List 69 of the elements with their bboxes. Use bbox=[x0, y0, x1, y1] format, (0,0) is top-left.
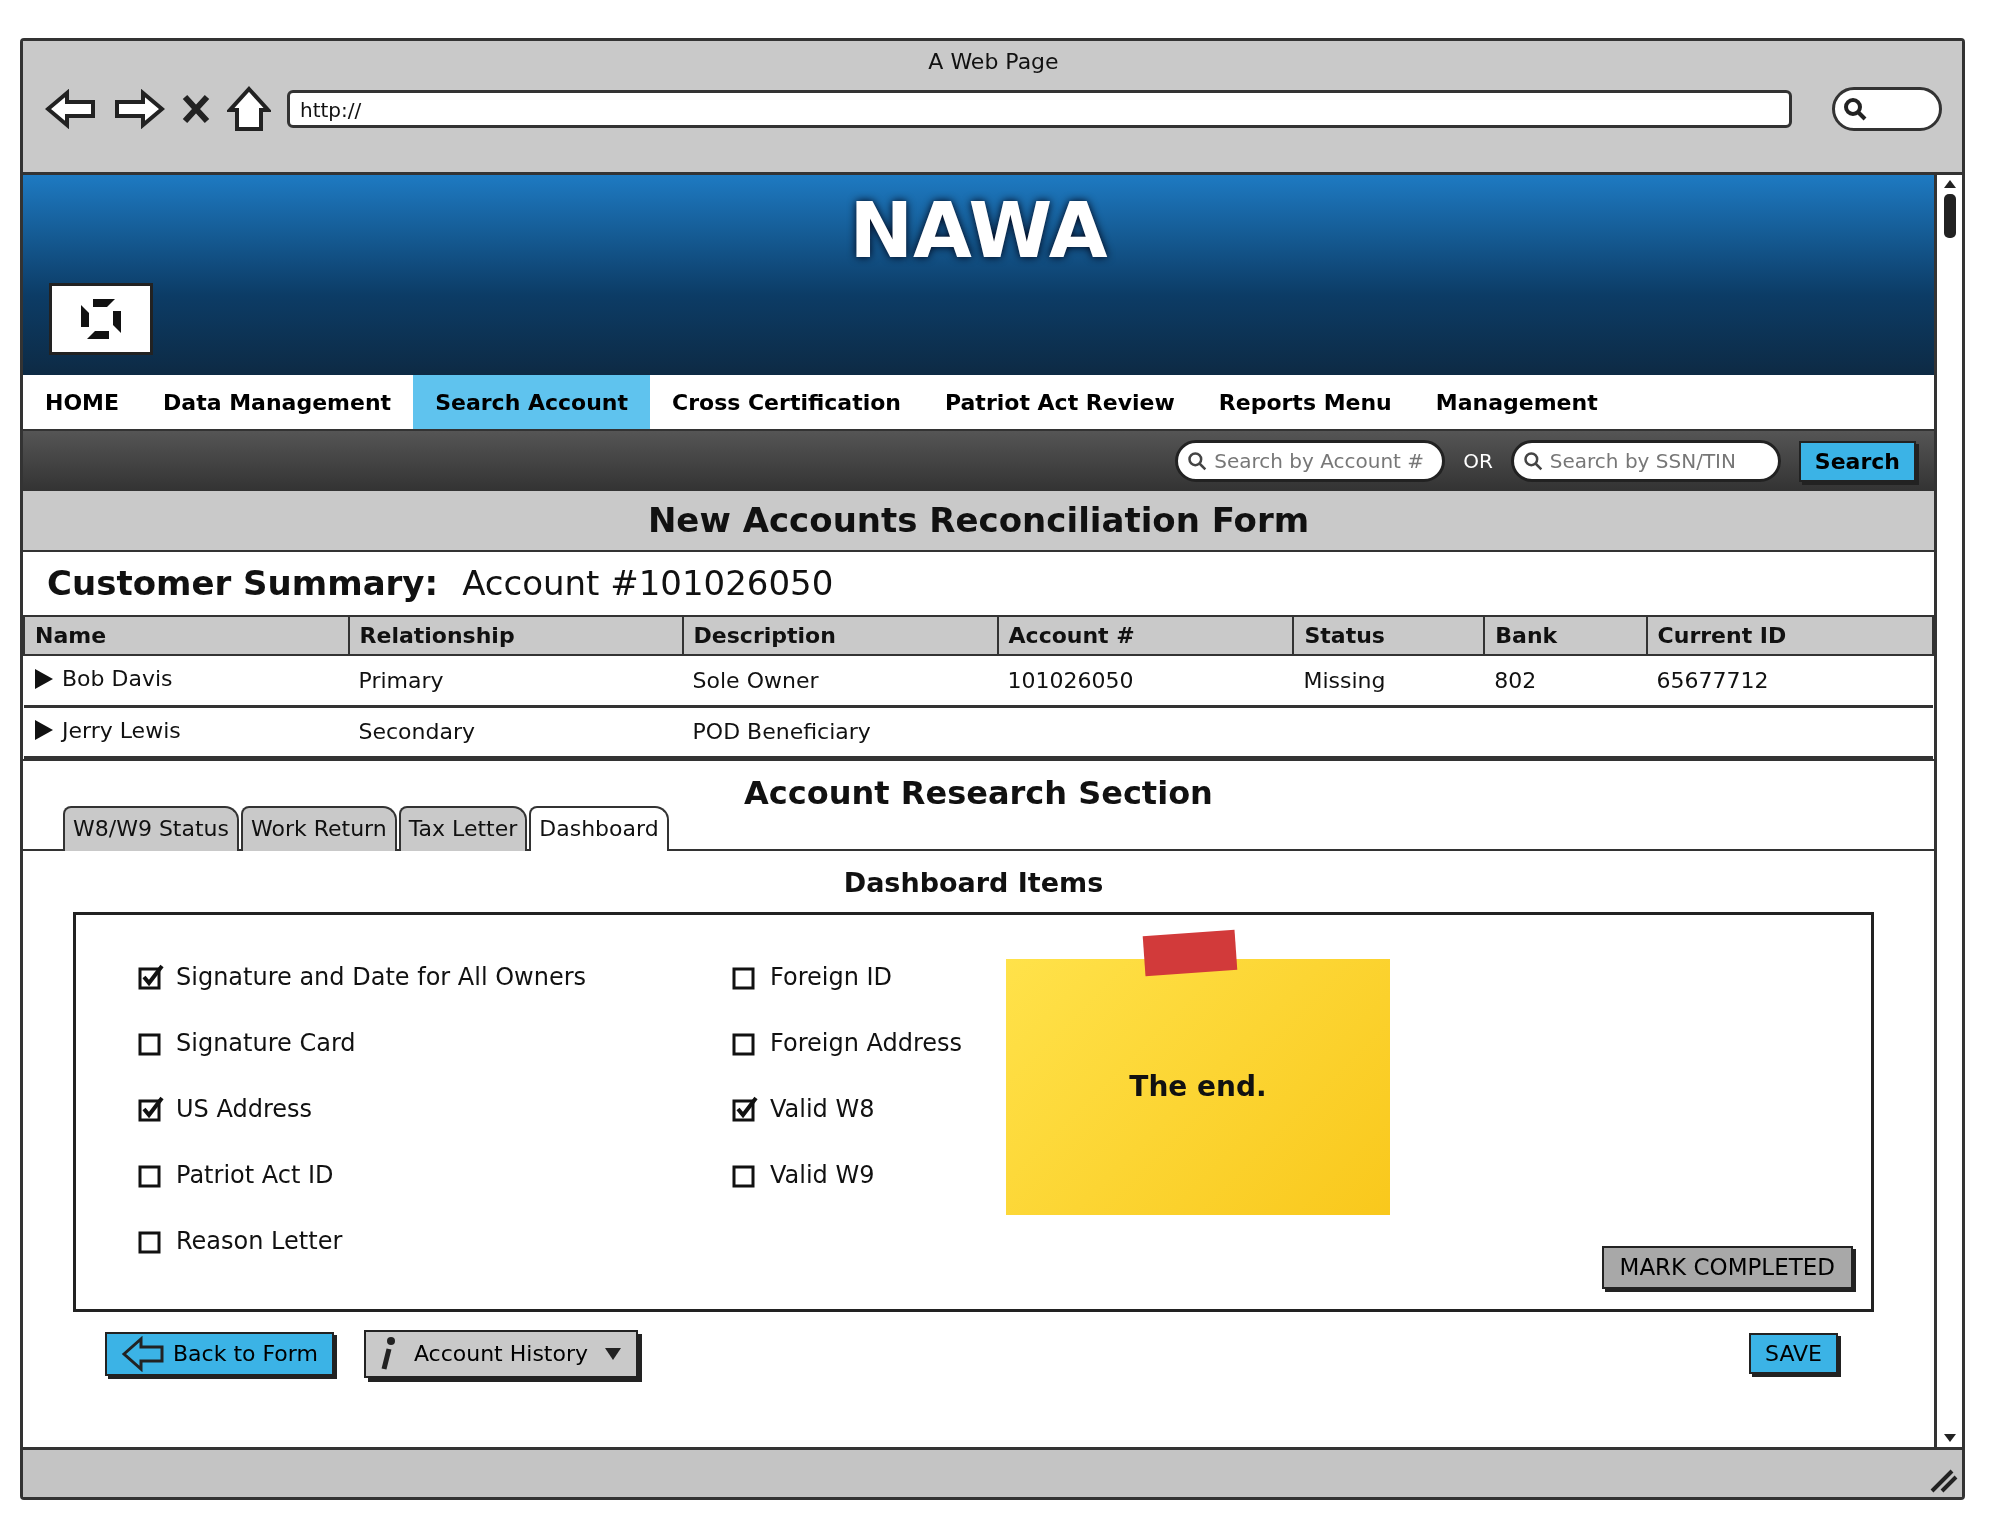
house-icon[interactable] bbox=[227, 86, 271, 132]
table-cell: Missing bbox=[1303, 667, 1386, 693]
sticky-note: The end. bbox=[1006, 958, 1390, 1215]
column-header: Name bbox=[24, 616, 349, 655]
table-cell: 802 bbox=[1494, 667, 1537, 693]
table-cell: Primary bbox=[358, 667, 444, 693]
expand-arrow-icon[interactable] bbox=[34, 667, 54, 690]
back-arrow-icon[interactable] bbox=[45, 89, 97, 129]
scroll-down-icon[interactable] bbox=[1942, 1433, 1957, 1443]
table-cell: 101026050 bbox=[1007, 667, 1134, 693]
table-cell: Secondary bbox=[358, 719, 476, 745]
tab[interactable]: Tax Letter bbox=[398, 806, 528, 851]
checkbox-label: Valid W8 bbox=[770, 1093, 875, 1125]
tape-icon bbox=[1142, 929, 1238, 976]
checkbox-label: Reason Letter bbox=[176, 1225, 343, 1257]
scroll-thumb[interactable] bbox=[1942, 193, 1957, 239]
forward-arrow-icon[interactable] bbox=[113, 89, 165, 129]
search-icon bbox=[1843, 97, 1867, 121]
tab[interactable]: Work Return bbox=[241, 806, 397, 851]
tab[interactable]: W8/W9 Status bbox=[63, 806, 239, 851]
column-header: Current ID bbox=[1646, 616, 1933, 655]
scroll-up-icon[interactable] bbox=[1942, 179, 1957, 189]
table-cell-text: Jerry Lewis bbox=[62, 716, 181, 745]
or-label: OR bbox=[1463, 448, 1493, 475]
save-button[interactable]: SAVE bbox=[1749, 1333, 1838, 1374]
site-title: NAWA bbox=[848, 185, 1109, 277]
caret-icon bbox=[604, 1346, 622, 1361]
account-number: Account #101026050 bbox=[462, 562, 834, 605]
back-to-form-button[interactable]: Back to Form bbox=[105, 1331, 334, 1376]
expand-arrow-icon[interactable] bbox=[34, 719, 54, 741]
resize-grip-icon[interactable] bbox=[1928, 1467, 1958, 1493]
column-header: Relationship bbox=[348, 616, 683, 655]
tab[interactable]: Dashboard bbox=[529, 806, 669, 851]
checkbox-label: Foreign ID bbox=[770, 961, 893, 993]
close-icon[interactable] bbox=[181, 93, 211, 125]
checkbox-label: Valid W9 bbox=[770, 1159, 875, 1191]
table-cell: Sole Owner bbox=[692, 667, 819, 693]
table-cell: 65677712 bbox=[1656, 667, 1769, 693]
checkbox-label: Signature and Date for All Owners bbox=[176, 961, 587, 993]
column-header: Description bbox=[682, 616, 998, 655]
column-header: Status bbox=[1293, 616, 1485, 655]
checkbox-label: Signature Card bbox=[176, 1027, 356, 1059]
column-header: Bank bbox=[1484, 616, 1647, 655]
dashboard-title: Dashboard Items bbox=[842, 866, 1105, 900]
search-button[interactable]: Search bbox=[1798, 440, 1916, 482]
mark-completed-button[interactable]: MARK COMPLETED bbox=[1601, 1246, 1853, 1289]
back-arrow-icon bbox=[121, 1335, 165, 1372]
checkbox[interactable] bbox=[732, 1095, 758, 1122]
window-title: A Web Page bbox=[927, 48, 1060, 76]
search-field[interactable] bbox=[1832, 87, 1942, 131]
table-cell: POD Beneficiary bbox=[692, 719, 871, 745]
search-icon bbox=[1522, 451, 1543, 471]
column-header: Account # bbox=[997, 616, 1294, 655]
address-field[interactable]: http:// bbox=[287, 90, 1792, 128]
nav-tab[interactable]: Search Account bbox=[413, 375, 650, 429]
checkbox-label: Foreign Address bbox=[770, 1027, 963, 1059]
table-cell-text: Bob Davis bbox=[62, 665, 173, 693]
account-search-field[interactable]: Search by Account # bbox=[1175, 440, 1446, 482]
search-icon bbox=[1187, 451, 1208, 471]
summary-label: Customer Summary: bbox=[47, 562, 439, 605]
checkbox-label: US Address bbox=[176, 1093, 312, 1125]
section-title: Account Research Section bbox=[743, 773, 1214, 814]
logo-icon bbox=[49, 283, 153, 355]
form-title: New Accounts Reconciliation Form bbox=[23, 491, 1934, 552]
checkbox[interactable] bbox=[138, 1095, 164, 1122]
ssn-search-field[interactable]: Search by SSN/TIN bbox=[1510, 440, 1781, 482]
checkbox[interactable] bbox=[138, 963, 164, 990]
info-icon bbox=[379, 1335, 398, 1372]
checkbox-label: Patriot Act ID bbox=[176, 1159, 334, 1191]
